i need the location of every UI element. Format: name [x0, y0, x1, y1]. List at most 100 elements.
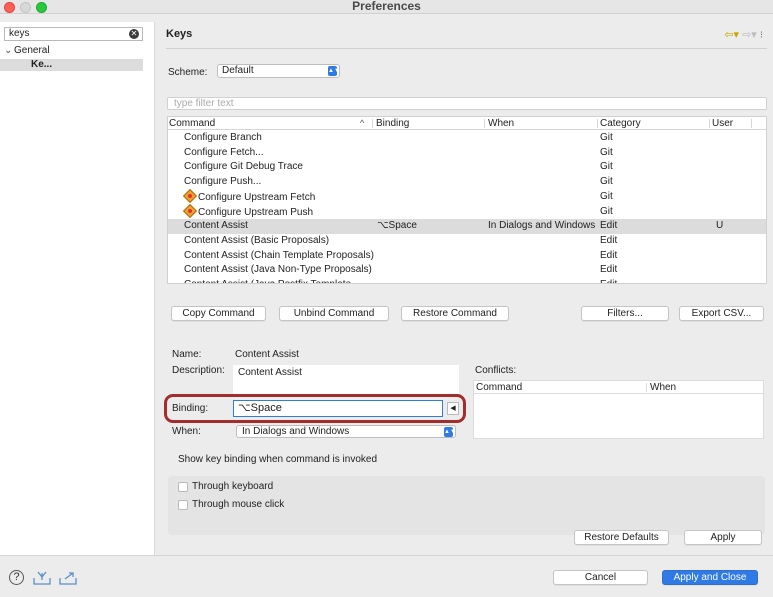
- table-row[interactable]: Configure Branch Git: [168, 131, 766, 146]
- help-icon[interactable]: ?: [9, 570, 24, 585]
- unbind-command-button[interactable]: Unbind Command: [279, 306, 389, 321]
- preferences-sidebar: keys ✕ ⌄ General Ke...: [0, 22, 155, 555]
- column-header-command[interactable]: Command: [169, 117, 215, 130]
- cell-command: Content Assist (Chain Template Proposals…: [184, 249, 374, 263]
- through-keyboard-checkbox[interactable]: [178, 482, 188, 492]
- git-upstream-icon: [182, 203, 198, 218]
- table-row[interactable]: Configure Push... Git: [168, 175, 766, 190]
- cell-text: Content Assist: [184, 220, 248, 232]
- copy-command-button[interactable]: Copy Command: [171, 306, 266, 321]
- table-row[interactable]: Configure Upstream Push Git: [168, 203, 766, 220]
- table-row[interactable]: Content Assist (Java Non-Type Proposals)…: [168, 263, 766, 278]
- table-row[interactable]: Configure Upstream Fetch Git: [168, 188, 766, 205]
- cell-command: Configure Git Debug Trace: [184, 160, 303, 174]
- cell-text: Configure Git Debug Trace: [184, 161, 303, 173]
- column-header-binding[interactable]: Binding: [376, 117, 409, 130]
- scheme-label: Scheme:: [168, 67, 208, 78]
- when-value: In Dialogs and Windows: [242, 426, 350, 437]
- cell-text: Configure Upstream Push: [198, 206, 314, 218]
- cell-user: U: [716, 219, 723, 233]
- cell-text: Git: [600, 205, 613, 217]
- apply-and-close-button[interactable]: Apply and Close: [662, 570, 758, 585]
- restore-command-button[interactable]: Restore Command: [401, 306, 509, 321]
- export-icon[interactable]: [59, 571, 77, 585]
- cell-text: Content Assist (Java Non-Type Proposals): [184, 264, 372, 276]
- name-label: Name:: [172, 349, 202, 360]
- cell-command: Configure Branch: [184, 131, 262, 145]
- sort-ascending-icon: ^: [360, 118, 365, 128]
- header-divider: [166, 48, 767, 49]
- column-divider: [751, 119, 752, 128]
- table-row[interactable]: Configure Git Debug Trace Git: [168, 160, 766, 175]
- cancel-button[interactable]: Cancel: [553, 570, 648, 585]
- sidebar-search-input[interactable]: keys ✕: [4, 27, 143, 41]
- cell-category: Edit: [600, 278, 617, 283]
- clear-search-icon[interactable]: ✕: [129, 29, 139, 39]
- cell-text: Git: [600, 146, 613, 158]
- cell-command: Configure Upstream Fetch: [182, 188, 315, 205]
- cell-command: Content Assist (Java Postfix Template...: [184, 278, 359, 283]
- column-divider: [597, 119, 598, 128]
- column-header-user[interactable]: User: [712, 117, 733, 130]
- select-arrows-icon: ▲▼: [444, 427, 456, 437]
- conflicts-column-command[interactable]: Command: [476, 381, 522, 394]
- cell-category: Edit: [600, 263, 617, 277]
- cell-text: Configure Fetch...: [184, 146, 264, 158]
- import-icon[interactable]: [33, 571, 51, 585]
- cell-command: Configure Push...: [184, 175, 261, 189]
- cell-category: Git: [600, 131, 613, 145]
- table-row[interactable]: Content Assist ⌥Space In Dialogs and Windo…: [168, 219, 766, 234]
- keys-preference-page: Keys ⇦▾ ⇨▾ ⁝ Scheme: Default ▲▼ type filte…: [156, 22, 773, 555]
- tree-item-general[interactable]: ⌄ General: [4, 45, 50, 57]
- export-csv-button[interactable]: Export CSV...: [679, 306, 764, 321]
- column-header-when[interactable]: When: [488, 117, 514, 130]
- cell-text: Content Assist (Chain Template Proposals…: [184, 249, 374, 261]
- conflicts-header: Command When: [474, 381, 763, 394]
- back-arrow-icon[interactable]: ⇦▾: [724, 29, 739, 41]
- table-row[interactable]: Content Assist (Basic Proposals) Edit: [168, 234, 766, 249]
- table-header: Command ^ Binding When Category User: [168, 117, 766, 130]
- page-title: Keys: [166, 28, 193, 40]
- tree-item-keys[interactable]: Ke...: [0, 59, 143, 71]
- page-navigation: ⇦▾ ⇨▾ ⁝: [721, 28, 763, 41]
- dialog-footer: ? Cancel Apply and Close: [0, 555, 773, 597]
- chevron-down-icon[interactable]: ⌄: [4, 45, 14, 57]
- forward-arrow-icon[interactable]: ⇨▾: [742, 29, 757, 41]
- show-binding-group: Through keyboard Through mouse click: [168, 476, 765, 535]
- filters-button[interactable]: Filters...: [581, 306, 669, 321]
- command-filter-input[interactable]: type filter text: [167, 97, 767, 110]
- cell-text: Git: [600, 190, 613, 202]
- conflicts-column-when[interactable]: When: [650, 381, 676, 394]
- cell-command: Content Assist: [184, 219, 248, 233]
- sidebar-search-value: keys: [9, 28, 30, 39]
- cell-text: Edit: [600, 264, 618, 276]
- restore-defaults-button[interactable]: Restore Defaults: [574, 530, 669, 545]
- cell-text: U: [716, 220, 724, 232]
- cell-text: ⌥Space: [377, 220, 417, 232]
- description-field: Content Assist: [233, 365, 459, 395]
- table-row[interactable]: Configure Fetch... Git: [168, 146, 766, 161]
- command-name-value: Content Assist: [235, 349, 299, 360]
- column-divider: [709, 119, 710, 128]
- table-row[interactable]: Content Assist (Chain Template Proposals…: [168, 249, 766, 264]
- column-header-category[interactable]: Category: [600, 117, 641, 130]
- tree-item-general-label: General: [14, 45, 50, 56]
- select-arrows-icon: ▲▼: [328, 66, 340, 76]
- key-bindings-table[interactable]: Command ^ Binding When Category User Con…: [167, 116, 767, 284]
- column-divider: [646, 383, 647, 392]
- through-mouse-checkbox[interactable]: [178, 500, 188, 510]
- table-row[interactable]: Content Assist (Java Postfix Template...…: [168, 278, 766, 283]
- when-select[interactable]: In Dialogs and Windows ▲▼: [236, 425, 456, 438]
- cell-text: Configure Push...: [184, 176, 262, 188]
- scheme-select[interactable]: Default ▲▼: [217, 64, 340, 78]
- binding-highlight-annotation: [164, 394, 466, 423]
- show-binding-label: Show key binding when command is invoked: [178, 454, 377, 465]
- cell-when: In Dialogs and Windows: [488, 219, 595, 233]
- cell-category: Git: [600, 205, 613, 219]
- window-title: Preferences: [352, 0, 421, 13]
- view-menu-icon[interactable]: ⁝: [760, 30, 763, 41]
- column-divider: [484, 119, 485, 128]
- conflicts-table[interactable]: Command When: [473, 380, 764, 439]
- apply-button[interactable]: Apply: [684, 530, 762, 545]
- conflicts-label: Conflicts:: [475, 365, 517, 376]
